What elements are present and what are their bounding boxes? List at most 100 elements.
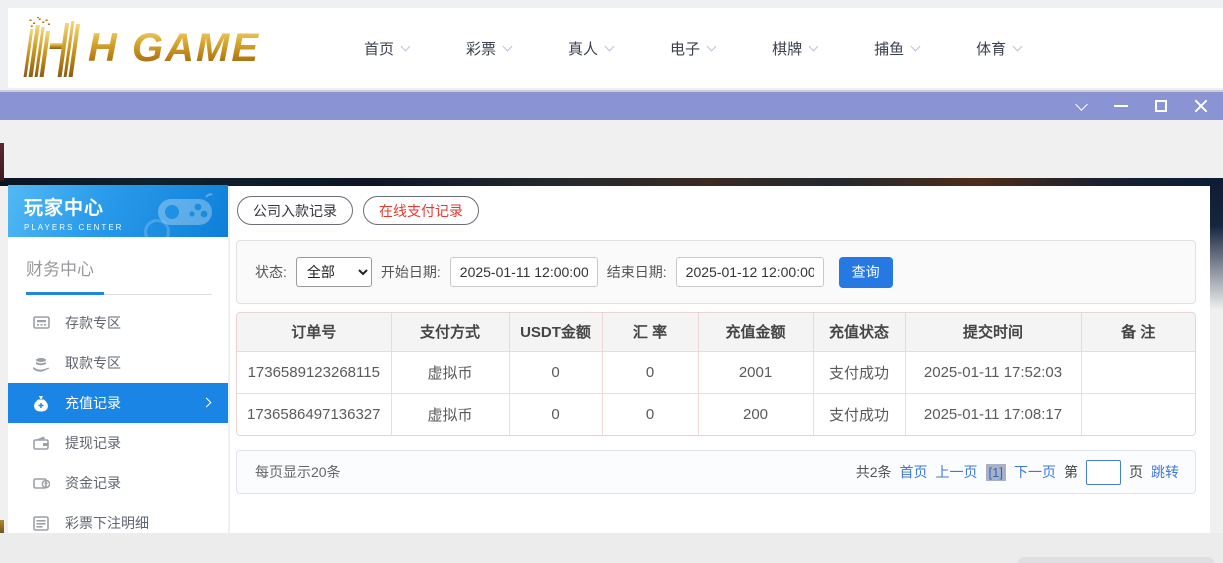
chevron-down-icon — [605, 41, 615, 51]
wallet-icon — [32, 434, 50, 452]
nav-label: 电子 — [670, 38, 700, 59]
status-select[interactable]: 全部 — [296, 257, 372, 287]
cell-recharge-status: 支付成功 — [813, 393, 905, 435]
collapse-button[interactable] — [1071, 96, 1091, 116]
page-size-text: 每页显示20条 — [255, 462, 341, 482]
nav-label: 彩票 — [466, 38, 496, 59]
chevron-down-icon — [809, 41, 819, 51]
tab-label: 在线支付记录 — [379, 201, 463, 221]
tab-company-deposit-records[interactable]: 公司入款记录 — [237, 196, 353, 225]
cell-usdt-amount: 0 — [509, 351, 602, 393]
money-bag-icon — [32, 394, 50, 412]
first-page-link[interactable]: 首页 — [900, 462, 928, 482]
jump-suffix-label: 页 — [1129, 462, 1143, 482]
maximize-icon — [1155, 100, 1167, 112]
tab-online-payment-records[interactable]: 在线支付记录 — [363, 196, 479, 225]
table-header-row: 订单号 支付方式 USDT金额 汇 率 充值金额 充值状态 提交时间 备 注 — [237, 313, 1195, 351]
nav-label: 体育 — [976, 38, 1006, 59]
nav-label: 棋牌 — [772, 38, 802, 59]
sidebar: 玩家中心 PLAYERS CENTER 财务中心 存款专区 取款专区 — [8, 185, 228, 533]
sidebar-header: 玩家中心 PLAYERS CENTER — [8, 185, 228, 237]
sidebar-item-label: 存款专区 — [65, 313, 121, 333]
chevron-down-icon — [707, 41, 717, 51]
pagination-bar: 每页显示20条 共2条 首页 上一页 [1] 下一页 第 页 跳转 — [236, 450, 1196, 494]
nav-item-slots[interactable]: 电子 — [670, 38, 715, 59]
withdraw-hand-icon — [32, 354, 50, 372]
maximize-button[interactable] — [1151, 96, 1171, 116]
cell-payment-method: 虚拟币 — [391, 393, 509, 435]
deposit-terminal-icon — [32, 314, 50, 332]
nav-item-lottery[interactable]: 彩票 — [466, 38, 511, 59]
background-edge-strip — [0, 143, 4, 181]
search-button[interactable]: 查询 — [839, 257, 893, 288]
end-date-label: 结束日期: — [607, 262, 667, 282]
nav-label: 首页 — [364, 38, 394, 59]
sidebar-menu: 存款专区 取款专区 充值记录 提现记录 — [8, 303, 228, 543]
background-banner-right — [1210, 180, 1223, 310]
logo[interactable]: H GAME — [18, 17, 318, 79]
sidebar-item-deposit-zone[interactable]: 存款专区 — [8, 303, 228, 343]
sidebar-item-label: 彩票下注明细 — [65, 513, 149, 533]
chevron-down-icon — [401, 41, 411, 51]
sidebar-item-lottery-bet-details[interactable]: 彩票下注明细 — [8, 503, 228, 543]
cell-recharge-status: 支付成功 — [813, 351, 905, 393]
window-title-bar — [0, 90, 1223, 120]
col-remark: 备 注 — [1081, 313, 1195, 351]
sidebar-item-withdrawal-records[interactable]: 提现记录 — [8, 423, 228, 463]
sidebar-section-title: 财务中心 — [26, 255, 210, 280]
cell-exchange-rate: 0 — [602, 351, 698, 393]
sidebar-item-recharge-records[interactable]: 充值记录 — [8, 383, 228, 423]
sidebar-item-label: 充值记录 — [65, 393, 121, 413]
col-payment-method: 支付方式 — [391, 313, 509, 351]
list-icon — [32, 514, 50, 532]
close-button[interactable] — [1191, 96, 1211, 116]
main-nav: 首页 彩票 真人 电子 棋牌 捕鱼 体育 — [364, 38, 1021, 59]
minimize-button[interactable] — [1111, 96, 1131, 116]
footer-deco — [1018, 557, 1214, 563]
coin-icon — [32, 474, 50, 492]
col-exchange-rate: 汇 率 — [602, 313, 698, 351]
sidebar-item-withdraw-zone[interactable]: 取款专区 — [8, 343, 228, 383]
nav-item-fishing[interactable]: 捕鱼 — [874, 38, 919, 59]
jump-page-input[interactable] — [1086, 460, 1121, 485]
cell-usdt-amount: 0 — [509, 393, 602, 435]
nav-label: 真人 — [568, 38, 598, 59]
next-page-link[interactable]: 下一页 — [1014, 462, 1056, 482]
nav-item-sports[interactable]: 体育 — [976, 38, 1021, 59]
sidebar-section: 财务中心 — [8, 237, 228, 295]
tab-label: 公司入款记录 — [253, 201, 337, 221]
col-submit-time: 提交时间 — [905, 313, 1081, 351]
cell-order-number: 1736586497136327 — [237, 393, 391, 435]
nav-label: 捕鱼 — [874, 38, 904, 59]
cell-recharge-amount: 2001 — [698, 351, 813, 393]
start-date-label: 开始日期: — [381, 262, 441, 282]
window-controls — [1071, 96, 1211, 116]
status-label: 状态: — [255, 262, 287, 282]
jump-link[interactable]: 跳转 — [1151, 462, 1179, 482]
start-date-input[interactable] — [450, 257, 598, 287]
cell-remark — [1081, 351, 1195, 393]
table-row: 1736589123268115 虚拟币 0 0 2001 支付成功 2025-… — [237, 351, 1195, 393]
cell-recharge-amount: 200 — [698, 393, 813, 435]
end-date-input[interactable] — [676, 257, 824, 287]
cell-exchange-rate: 0 — [602, 393, 698, 435]
close-icon — [1194, 99, 1208, 113]
record-tabs: 公司入款记录 在线支付记录 — [237, 196, 1196, 225]
sidebar-item-label: 提现记录 — [65, 433, 121, 453]
sidebar-item-funds-records[interactable]: 资金记录 — [8, 463, 228, 503]
col-recharge-status: 充值状态 — [813, 313, 905, 351]
nav-item-cards[interactable]: 棋牌 — [772, 38, 817, 59]
chevron-down-icon — [503, 41, 513, 51]
prev-page-link[interactable]: 上一页 — [936, 462, 978, 482]
sidebar-item-label: 资金记录 — [65, 473, 121, 493]
minimize-icon — [1114, 105, 1128, 107]
cell-submit-time: 2025-01-11 17:08:17 — [905, 393, 1081, 435]
nav-item-live[interactable]: 真人 — [568, 38, 613, 59]
col-recharge-amount: 充值金额 — [698, 313, 813, 351]
logo-text: H GAME — [88, 26, 260, 71]
chevron-down-icon — [1013, 41, 1023, 51]
chevron-down-icon — [911, 41, 921, 51]
nav-item-home[interactable]: 首页 — [364, 38, 409, 59]
main-panel: 公司入款记录 在线支付记录 状态: 全部 开始日期: 结束日期: 查询 订单号 … — [230, 186, 1210, 533]
records-table: 订单号 支付方式 USDT金额 汇 率 充值金额 充值状态 提交时间 备 注 1… — [236, 312, 1196, 436]
